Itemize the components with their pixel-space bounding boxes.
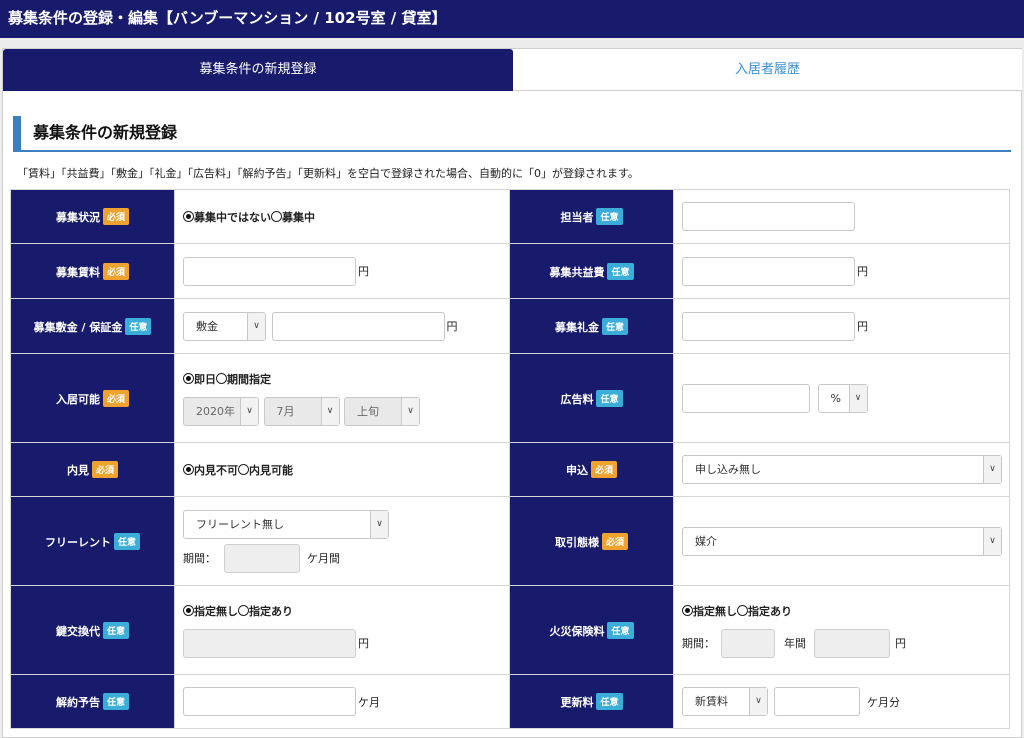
fireins-year-unit: 年間 (784, 637, 806, 650)
label-deposit: 募集敷金 / 保証金 任意 (10, 298, 175, 354)
freerent-period-label: 期間： (183, 552, 216, 565)
freerent-unit: ケ月間 (307, 552, 340, 565)
required-badge: 必須 (102, 262, 129, 280)
label-viewing: 内見 必須 (10, 442, 175, 497)
radio-no-viewing[interactable] (183, 463, 194, 475)
chevron-down-icon: ∨ (848, 384, 867, 412)
conditions-form: 募集状況 必須 募集中ではない 募集中 担当者 任意 募集賃料 必須 円 募集共益費 任意… (10, 189, 1010, 729)
movein-month-select[interactable]: 7月 ∨ (263, 396, 340, 426)
radio-not-recruiting[interactable] (183, 210, 194, 222)
renewal-input[interactable] (773, 687, 860, 716)
required-badge: 必須 (590, 461, 617, 478)
required-badge: 必須 (91, 461, 118, 478)
radio-keychange-none[interactable] (183, 604, 194, 616)
application-select[interactable]: 申し込み無し ∨ (682, 455, 1002, 484)
radio-fireins-none[interactable] (682, 604, 693, 616)
chevron-down-icon: ∨ (983, 456, 1001, 483)
optional-badge: 任意 (125, 317, 152, 335)
freerent-months-input[interactable] (223, 543, 300, 573)
common-fee-input[interactable] (682, 256, 855, 286)
fireins-years-input[interactable] (720, 628, 775, 658)
page-title: 募集条件の登録・編集【バンブーマンション / 102号室 / 貸室】 (8, 9, 447, 27)
chevron-down-icon: ∨ (247, 312, 265, 340)
keymoney-unit: 円 (857, 320, 868, 333)
deposit-type-select[interactable]: 敷金 ∨ (183, 311, 266, 341)
chevron-down-icon: ∨ (983, 527, 1001, 555)
label-rent: 募集賃料 必須 (10, 243, 175, 299)
movein-year-select[interactable]: 2020年 ∨ (183, 396, 259, 426)
optional-badge: 任意 (113, 532, 140, 550)
required-badge: 必須 (102, 208, 129, 225)
freerent-select[interactable]: フリーレント無し ∨ (183, 509, 389, 539)
common-unit: 円 (857, 265, 868, 278)
optional-badge: 任意 (596, 389, 623, 407)
chevron-down-icon: ∨ (240, 397, 258, 425)
radio-fireins-specified[interactable] (737, 604, 748, 616)
keymoney-input[interactable] (682, 311, 855, 341)
fireins-period-label: 期間： (682, 637, 715, 650)
section-title: 募集条件の新規登録 (13, 116, 1011, 152)
label-common: 募集共益費 任意 (509, 243, 674, 299)
radio-immediate[interactable] (183, 372, 194, 384)
chevron-down-icon: ∨ (749, 688, 767, 715)
required-badge: 必須 (601, 532, 628, 550)
renewal-base-select[interactable]: 新賃料 ∨ (682, 687, 768, 716)
label-application: 申込 必須 (509, 442, 674, 497)
label-keymoney: 募集礼金 任意 (509, 298, 674, 354)
movein-period-select[interactable]: 上旬 ∨ (344, 396, 420, 426)
label-notice: 解約予告 任意 (10, 674, 175, 729)
tanto-input[interactable] (682, 202, 855, 231)
chevron-down-icon: ∨ (320, 397, 339, 425)
blank-zero-note: 「賃料」「共益費」「敷金」「礼金」「広告料」「解約予告」「更新料」を空白で登録さ… (17, 167, 639, 180)
transaction-type-select[interactable]: 媒介 ∨ (682, 526, 1002, 556)
optional-badge: 任意 (596, 693, 623, 710)
label-keychange: 鍵交換代 任意 (10, 585, 175, 675)
label-transaction: 取引態様 必須 (509, 496, 674, 586)
label-tanto: 担当者 任意 (509, 189, 674, 244)
rent-input[interactable] (183, 256, 356, 286)
notice-unit: ケ月 (358, 695, 380, 709)
rent-unit: 円 (358, 265, 369, 278)
notice-input[interactable] (183, 687, 356, 716)
deposit-unit: 円 (446, 320, 458, 333)
radio-viewing-ok[interactable] (238, 463, 249, 475)
label-movein: 入居可能 必須 (10, 353, 175, 443)
chevron-down-icon: ∨ (370, 510, 388, 538)
optional-badge: 任意 (596, 208, 623, 225)
keychange-amount-input[interactable] (183, 628, 356, 658)
optional-badge: 任意 (601, 317, 628, 335)
chevron-down-icon: ∨ (401, 397, 419, 425)
label-freerent: フリーレント 任意 (10, 496, 175, 586)
tab-tenant-history[interactable]: 入居者履歴 (513, 49, 1022, 91)
fireins-unit: 円 (895, 637, 906, 650)
required-badge: 必須 (102, 389, 129, 407)
renewal-unit: ケ月分 (867, 695, 900, 709)
radio-recruiting[interactable] (271, 210, 282, 222)
tab-new-conditions[interactable]: 募集条件の新規登録 (3, 49, 513, 91)
label-renewal: 更新料 任意 (509, 674, 674, 729)
adfee-unit-select[interactable]: % ∨ (817, 383, 868, 413)
label-fireins: 火災保険料 任意 (509, 585, 674, 675)
keychange-unit: 円 (358, 637, 369, 650)
optional-badge: 任意 (102, 621, 129, 639)
adfee-input[interactable] (682, 383, 810, 413)
label-status: 募集状況 必須 (10, 189, 175, 244)
optional-badge: 任意 (102, 693, 129, 710)
radio-period-specified[interactable] (216, 372, 227, 384)
page-title-bar: 募集条件の登録・編集【バンブーマンション / 102号室 / 貸室】 (0, 0, 1024, 38)
radio-keychange-specified[interactable] (238, 604, 249, 616)
fireins-amount-input[interactable] (813, 628, 890, 658)
deposit-input[interactable] (271, 311, 445, 341)
label-adfee: 広告料 任意 (509, 353, 674, 443)
optional-badge: 任意 (607, 621, 634, 639)
optional-badge: 任意 (607, 262, 634, 280)
